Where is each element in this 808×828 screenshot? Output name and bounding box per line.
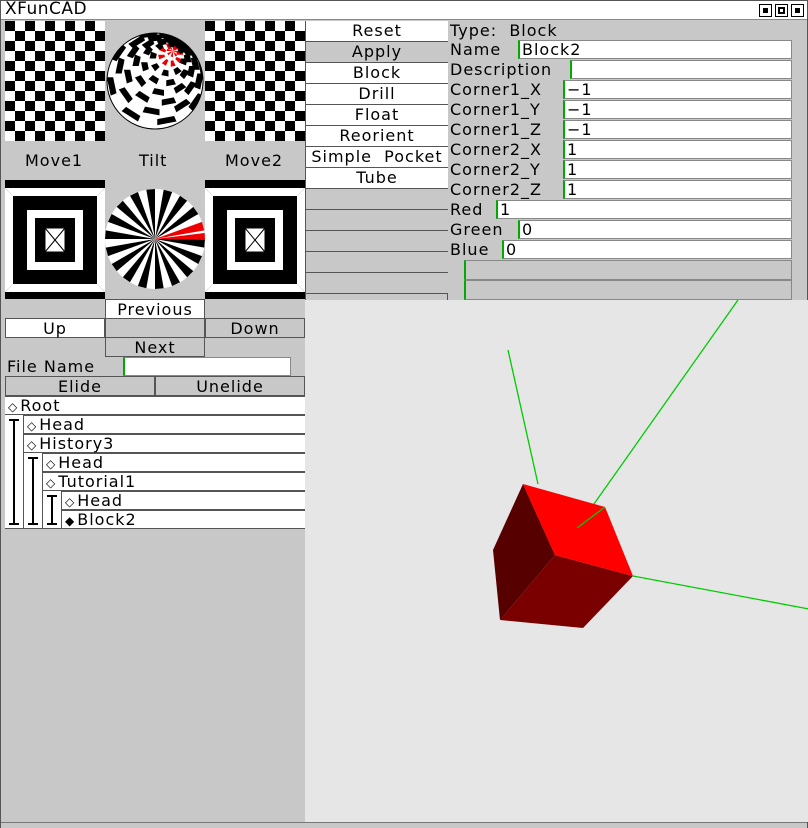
tree-node-label: Tutorial1 (58, 472, 137, 491)
field-label-description: Description (450, 60, 553, 79)
tree-node[interactable]: ◇ Tutorial1 (43, 472, 305, 491)
node-selected-icon: ◆ (65, 514, 76, 528)
node-diamond-icon: ◇ (46, 457, 57, 471)
tilt-label: Tilt (139, 151, 168, 170)
tree-node[interactable]: ◆ Block2 (62, 510, 305, 529)
field-label-corner1-z: Corner1_Z (450, 120, 542, 139)
move2-label: Move2 (225, 151, 284, 170)
navigation-widgets-top (5, 21, 305, 141)
unelide-button[interactable]: Unelide (155, 376, 305, 396)
field-input-corner1-y[interactable]: −1 (563, 100, 792, 119)
node-diamond-icon: ◇ (65, 495, 76, 509)
type-label: Type: Block (450, 21, 558, 40)
center-button[interactable] (105, 318, 205, 338)
field-input-name[interactable]: Block2 (518, 40, 792, 59)
tree-branch-handle[interactable] (24, 453, 43, 529)
tree-branch-handle[interactable] (43, 491, 62, 529)
command-panel: Reset Apply Block Drill Float Reorient Simple … (305, 21, 448, 300)
tilt-sphere-icon[interactable] (106, 29, 208, 130)
rotate-wheel-icon[interactable] (105, 189, 205, 289)
command-block-button[interactable]: Block (306, 63, 448, 84)
field-label-name: Name (450, 40, 502, 59)
zoom-square-left-icon[interactable] (5, 180, 105, 299)
previous-button[interactable]: Previous (105, 299, 205, 319)
properties-panel: Type: Block Name Block2 Description Corner1… (448, 21, 792, 300)
field-input-green[interactable]: 0 (518, 220, 792, 239)
property-empty-slot (464, 260, 792, 280)
command-simple-pocket-button[interactable]: Simple Pocket (306, 147, 448, 168)
next-button[interactable]: Next (105, 337, 205, 357)
window-title: XFunCAD (5, 0, 88, 19)
history-tree: ◇ Root ◇ Head ◇ History3 ◇ Head ◇ Tutorial1 ◇ Head ◆… (5, 396, 305, 531)
elide-button[interactable]: Elide (5, 376, 155, 396)
tree-node-label: Head (39, 415, 86, 434)
field-label-corner1-x: Corner1_X (450, 80, 542, 99)
command-tube-button[interactable]: Tube (306, 168, 448, 189)
field-input-description[interactable] (570, 60, 792, 79)
move1-checker-icon[interactable] (5, 21, 105, 141)
node-diamond-icon: ◇ (27, 419, 38, 433)
field-label-corner1-y: Corner1_Y (450, 100, 541, 119)
maximize-button[interactable] (775, 4, 788, 17)
command-apply-button[interactable]: Apply (306, 42, 448, 63)
node-diamond-icon: ◇ (8, 400, 19, 414)
move2-checker-icon[interactable] (205, 21, 305, 141)
field-input-blue[interactable]: 0 (502, 240, 792, 259)
tree-branch-handle[interactable] (5, 415, 24, 529)
3d-scene[interactable] (305, 299, 808, 822)
command-reset-button[interactable]: Reset (306, 21, 448, 42)
tree-node[interactable]: ◇ Root (5, 396, 305, 415)
command-empty-slot (306, 252, 448, 273)
command-float-button[interactable]: Float (306, 105, 448, 126)
down-button[interactable]: Down (205, 318, 305, 338)
property-empty-slot (464, 280, 792, 300)
command-empty-slot (306, 273, 448, 294)
tree-node[interactable]: ◇ History3 (24, 434, 305, 453)
node-diamond-icon: ◇ (27, 438, 38, 452)
field-label-corner2-y: Corner2_Y (450, 160, 541, 179)
bottom-scrollbar[interactable] (1, 822, 807, 828)
zoom-square-right-icon[interactable] (205, 180, 305, 299)
command-drill-button[interactable]: Drill (306, 84, 448, 105)
file-name-label: File Name (7, 357, 96, 376)
navigation-widgets-bottom (5, 180, 305, 299)
command-reorient-button[interactable]: Reorient (306, 126, 448, 147)
field-label-corner2-x: Corner2_X (450, 140, 542, 159)
tree-node-label: History3 (39, 434, 115, 453)
command-empty-slot (306, 210, 448, 231)
command-empty-slot (306, 231, 448, 252)
title-bar[interactable]: XFunCAD (1, 0, 807, 20)
tree-node-label: Root (20, 396, 61, 415)
minimize-button[interactable] (759, 4, 772, 17)
funcad-window: XFunCAD Move1 Tilt Move2 Previous Up Dow… (0, 0, 808, 828)
tree-node-label: Head (58, 453, 105, 472)
axis-x-line (632, 575, 808, 610)
tree-node[interactable]: ◇ Head (62, 491, 305, 510)
tree-node[interactable]: ◇ Head (24, 415, 305, 434)
field-input-corner2-y[interactable]: 1 (563, 160, 792, 179)
3d-viewport[interactable] (305, 299, 808, 822)
axis-z-line (507, 349, 539, 485)
field-label-blue: Blue (450, 240, 490, 259)
tree-node-label: Head (77, 491, 124, 510)
move1-label: Move1 (25, 151, 84, 170)
field-label-corner2-z: Corner2_Z (450, 180, 542, 199)
command-empty-slot (306, 189, 448, 210)
field-input-red[interactable]: 1 (496, 200, 792, 219)
field-input-corner2-z[interactable]: 1 (563, 180, 792, 199)
field-input-corner2-x[interactable]: 1 (563, 140, 792, 159)
node-diamond-icon: ◇ (46, 476, 57, 490)
field-label-green: Green (450, 220, 504, 239)
axis-y-line (576, 299, 739, 529)
tree-node-label: Block2 (77, 510, 137, 529)
tree-node[interactable]: ◇ Head (43, 453, 305, 472)
file-name-input[interactable] (123, 357, 291, 376)
field-label-red: Red (450, 200, 484, 219)
up-button[interactable]: Up (5, 318, 105, 338)
field-input-corner1-z[interactable]: −1 (563, 120, 792, 139)
field-input-corner1-x[interactable]: −1 (563, 80, 792, 99)
close-button[interactable] (791, 4, 804, 17)
